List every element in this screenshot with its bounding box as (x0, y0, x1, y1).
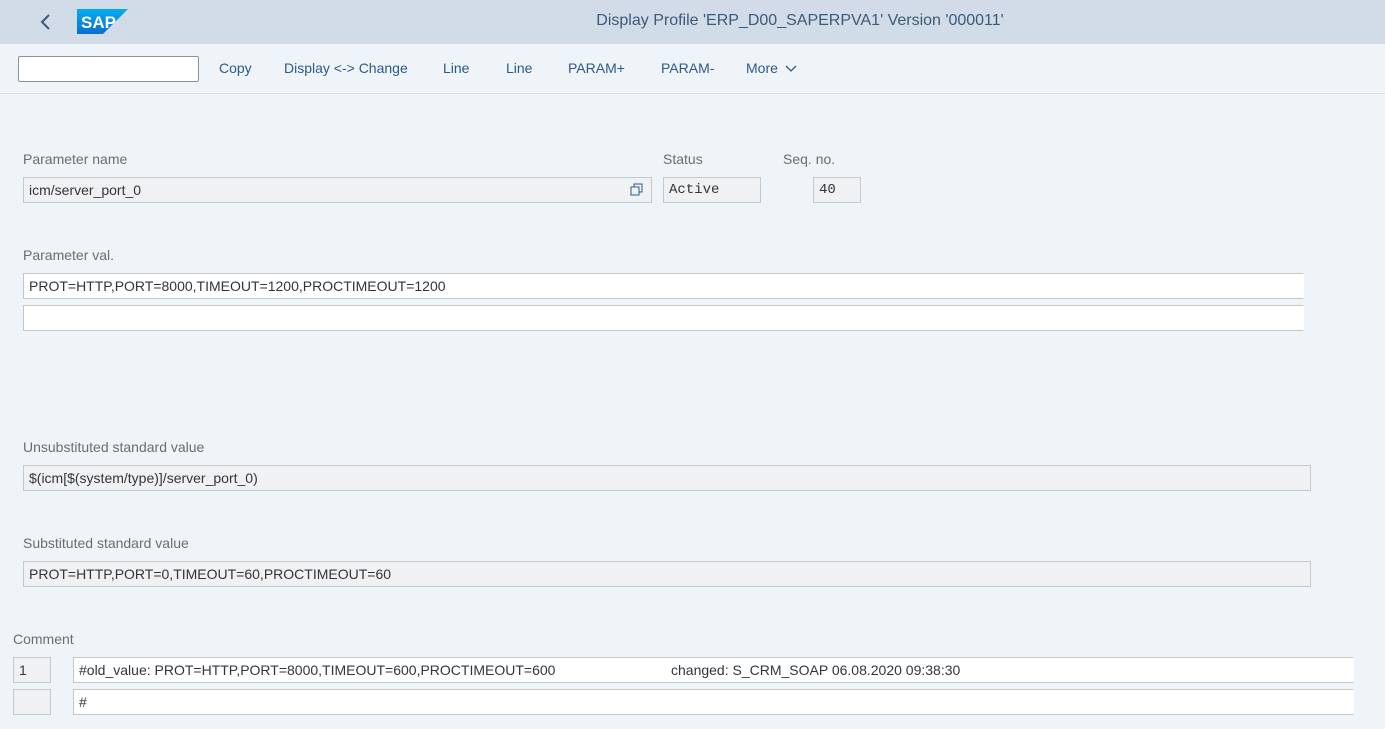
sub-std-value-field[interactable]: PROT=HTTP,PORT=0,TIMEOUT=60,PROCTIMEOUT=… (23, 561, 1311, 587)
status-label: Status (663, 151, 703, 167)
param-plus-button[interactable]: PARAM+ (568, 60, 625, 76)
display-change-button[interactable]: Display <-> Change (284, 60, 408, 76)
comment-line-number: 1 (13, 657, 51, 683)
shell-bar: SAP Display Profile 'ERP_D00_SAPERPVA1' … (0, 0, 1385, 44)
command-field[interactable] (18, 56, 199, 82)
copy-button[interactable]: Copy (219, 60, 252, 76)
param-name-field[interactable]: icm/server_port_0 (23, 177, 652, 203)
seq-no-field[interactable]: 40 (813, 177, 861, 203)
param-name-label: Parameter name (23, 151, 128, 167)
comment-line-1-changed: changed: S_CRM_SOAP 06.08.2020 09:38:30 (671, 662, 961, 678)
sap-logo: SAP (77, 9, 128, 34)
param-val-line-1[interactable]: PROT=HTTP,PORT=8000,TIMEOUT=1200,PROCTIM… (23, 273, 1304, 299)
line-button-1[interactable]: Line (443, 60, 469, 76)
param-val-line-2[interactable] (23, 305, 1304, 331)
more-button-label: More (746, 60, 778, 76)
seq-no-label: Seq. no. (783, 151, 836, 167)
line-button-2[interactable]: Line (506, 60, 532, 76)
chevron-down-icon (785, 65, 797, 73)
application-toolbar: Copy Display <-> Change Line Line PARAM+… (0, 44, 1385, 94)
comment-line-number (13, 689, 51, 715)
sap-logo-text: SAP (81, 13, 116, 32)
comment-line-1-text: #old_value: PROT=HTTP,PORT=8000,TIMEOUT=… (79, 662, 556, 678)
more-button[interactable]: More (746, 60, 797, 76)
status-field[interactable]: Active (663, 177, 761, 203)
page-title: Display Profile 'ERP_D00_SAPERPVA1' Vers… (596, 12, 1004, 29)
back-button[interactable] (30, 8, 60, 36)
param-val-label: Parameter val. (23, 247, 115, 263)
value-help-icon[interactable] (630, 183, 644, 197)
param-name-value: icm/server_port_0 (29, 182, 142, 198)
comment-line-1[interactable]: #old_value: PROT=HTTP,PORT=8000,TIMEOUT=… (73, 657, 1354, 683)
param-minus-button[interactable]: PARAM- (661, 60, 714, 76)
sub-std-value-label: Substituted standard value (23, 535, 189, 551)
chevron-left-icon (40, 14, 50, 30)
unsub-std-value-field[interactable]: $(icm[$(system/type)]/server_port_0) (23, 465, 1311, 491)
comment-label: Comment (13, 631, 74, 647)
comment-line-2[interactable]: # (73, 689, 1354, 715)
unsub-std-value-label: Unsubstituted standard value (23, 439, 205, 455)
